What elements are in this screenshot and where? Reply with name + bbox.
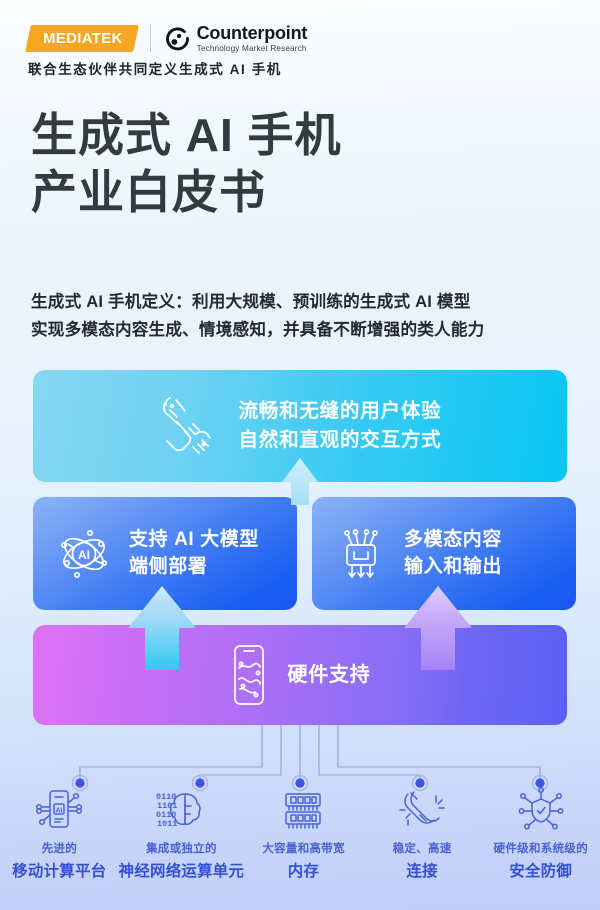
feature-item-security[interactable]: 硬件级和系统级的 安全防御 xyxy=(481,780,600,905)
touch-gesture-icon xyxy=(163,397,212,454)
feature-sub-3: 大容量和高带宽 xyxy=(262,842,345,855)
feature-item-neural-processing-unit[interactable]: 0110 1101 0110 1011 集成或独立的 神经网络运算单元 xyxy=(119,780,245,905)
counterpoint-wordmark: Counterpoint Technology Market Research xyxy=(197,24,308,53)
feature-item-connectivity[interactable]: 稳定、高速 连接 xyxy=(363,780,482,905)
feature-sub-5: 硬件级和系统级的 xyxy=(493,842,588,855)
svg-text:AI: AI xyxy=(78,548,90,562)
multimodal-chip-icon xyxy=(344,528,378,578)
pyramid-bottom-label: 硬件支持 xyxy=(287,663,371,686)
pyramid-block-bottom[interactable]: 硬件支持 xyxy=(33,625,567,725)
svg-text:AI: AI xyxy=(56,808,63,815)
mobile-compute-platform-icon: AI xyxy=(31,786,87,832)
feature-main-2: 神经网络运算单元 xyxy=(118,863,245,880)
pyramid-block-middle-right[interactable]: 多模态内容 输入和输出 xyxy=(312,497,576,610)
security-shield-icon xyxy=(512,786,570,832)
feature-main-3: 内存 xyxy=(287,863,320,880)
ai-atom-icon: AI xyxy=(60,529,108,578)
pyramid-mid-left-line-1: 支持 AI 大模型 xyxy=(129,528,259,550)
pyramid-mid-left-line-2: 端侧部署 xyxy=(129,555,208,577)
feature-item-mobile-compute-platform[interactable]: AI 先进的 移动计算平台 xyxy=(0,780,119,905)
counterpoint-tagline: Technology Market Research xyxy=(196,43,307,53)
counterpoint-name: Counterpoint xyxy=(196,23,308,43)
mediatek-logo: MEDIATEK xyxy=(25,24,139,52)
pyramid-block-top[interactable]: 流畅和无缝的用户体验 自然和直观的交互方式 xyxy=(33,370,567,482)
counterpoint-logo: Counterpoint Technology Market Research xyxy=(165,24,308,53)
connectivity-link-icon xyxy=(394,786,450,832)
page-title-line-2: 产业白皮书 xyxy=(31,166,266,219)
memory-chip-icon xyxy=(275,786,331,832)
pyramid-block-middle-right-text: 多模态内容 输入和输出 xyxy=(404,527,502,581)
pyramid-block-middle-left-text: 支持 AI 大模型 端侧部署 xyxy=(129,527,259,581)
logo-divider xyxy=(149,24,151,53)
definition-paragraph: 生成式 AI 手机定义：利用大规模、预训练的生成式 AI 模型 实现多模态内容生… xyxy=(31,288,576,344)
feature-sub-4: 稳定、高速 xyxy=(392,842,452,855)
pyramid-block-middle-left[interactable]: AI 支持 AI 大模型 端侧部署 xyxy=(33,497,297,610)
page-title-line-1: 生成式 AI 手机 xyxy=(31,109,342,161)
neural-brain-binary-icon: 0110 1101 0110 1011 xyxy=(152,786,210,832)
feature-sub-1: 先进的 xyxy=(41,842,77,855)
definition-line-1: 生成式 AI 手机定义：利用大规模、预训练的生成式 AI 模型 xyxy=(31,292,471,311)
pyramid-top-line-1: 流畅和无缝的用户体验 xyxy=(238,399,442,422)
feature-sub-2: 集成或独立的 xyxy=(146,842,217,855)
mediatek-logo-text: MEDIATEK xyxy=(43,29,123,47)
feature-row: AI 先进的 移动计算平台 0110 1101 0110 1011 集成或独立的… xyxy=(0,780,600,905)
header-subtitle: 联合生态伙伴共同定义生成式 AI 手机 xyxy=(28,62,282,77)
feature-main-1: 移动计算平台 xyxy=(12,863,107,880)
feature-main-4: 连接 xyxy=(406,863,438,880)
pyramid-top-line-2: 自然和直观的交互方式 xyxy=(238,429,442,451)
svg-text:1011: 1011 xyxy=(157,819,177,829)
pyramid-mid-right-line-2: 输入和输出 xyxy=(404,555,503,577)
page-title: 生成式 AI 手机 产业白皮书 xyxy=(31,107,342,221)
pyramid-diagram: 流畅和无缝的用户体验 自然和直观的交互方式 AI 支持 AI 大模型 端侧部署 … xyxy=(0,370,600,730)
phone-circuit-icon xyxy=(234,645,265,705)
pyramid-mid-right-line-1: 多模态内容 xyxy=(404,528,503,550)
feature-main-5: 安全防御 xyxy=(509,863,573,880)
pyramid-block-top-text: 流畅和无缝的用户体验 自然和直观的交互方式 xyxy=(238,397,441,456)
header: MEDIATEK Counterpoint Technology Market … xyxy=(0,0,600,88)
feature-item-memory[interactable]: 大容量和高带宽 内存 xyxy=(244,780,363,905)
logo-row: MEDIATEK Counterpoint Technology Market … xyxy=(25,24,308,53)
counterpoint-mark-icon xyxy=(165,27,189,51)
definition-line-2: 实现多模态内容生成、情境感知，并具备不断增强的类人能力 xyxy=(31,319,485,339)
